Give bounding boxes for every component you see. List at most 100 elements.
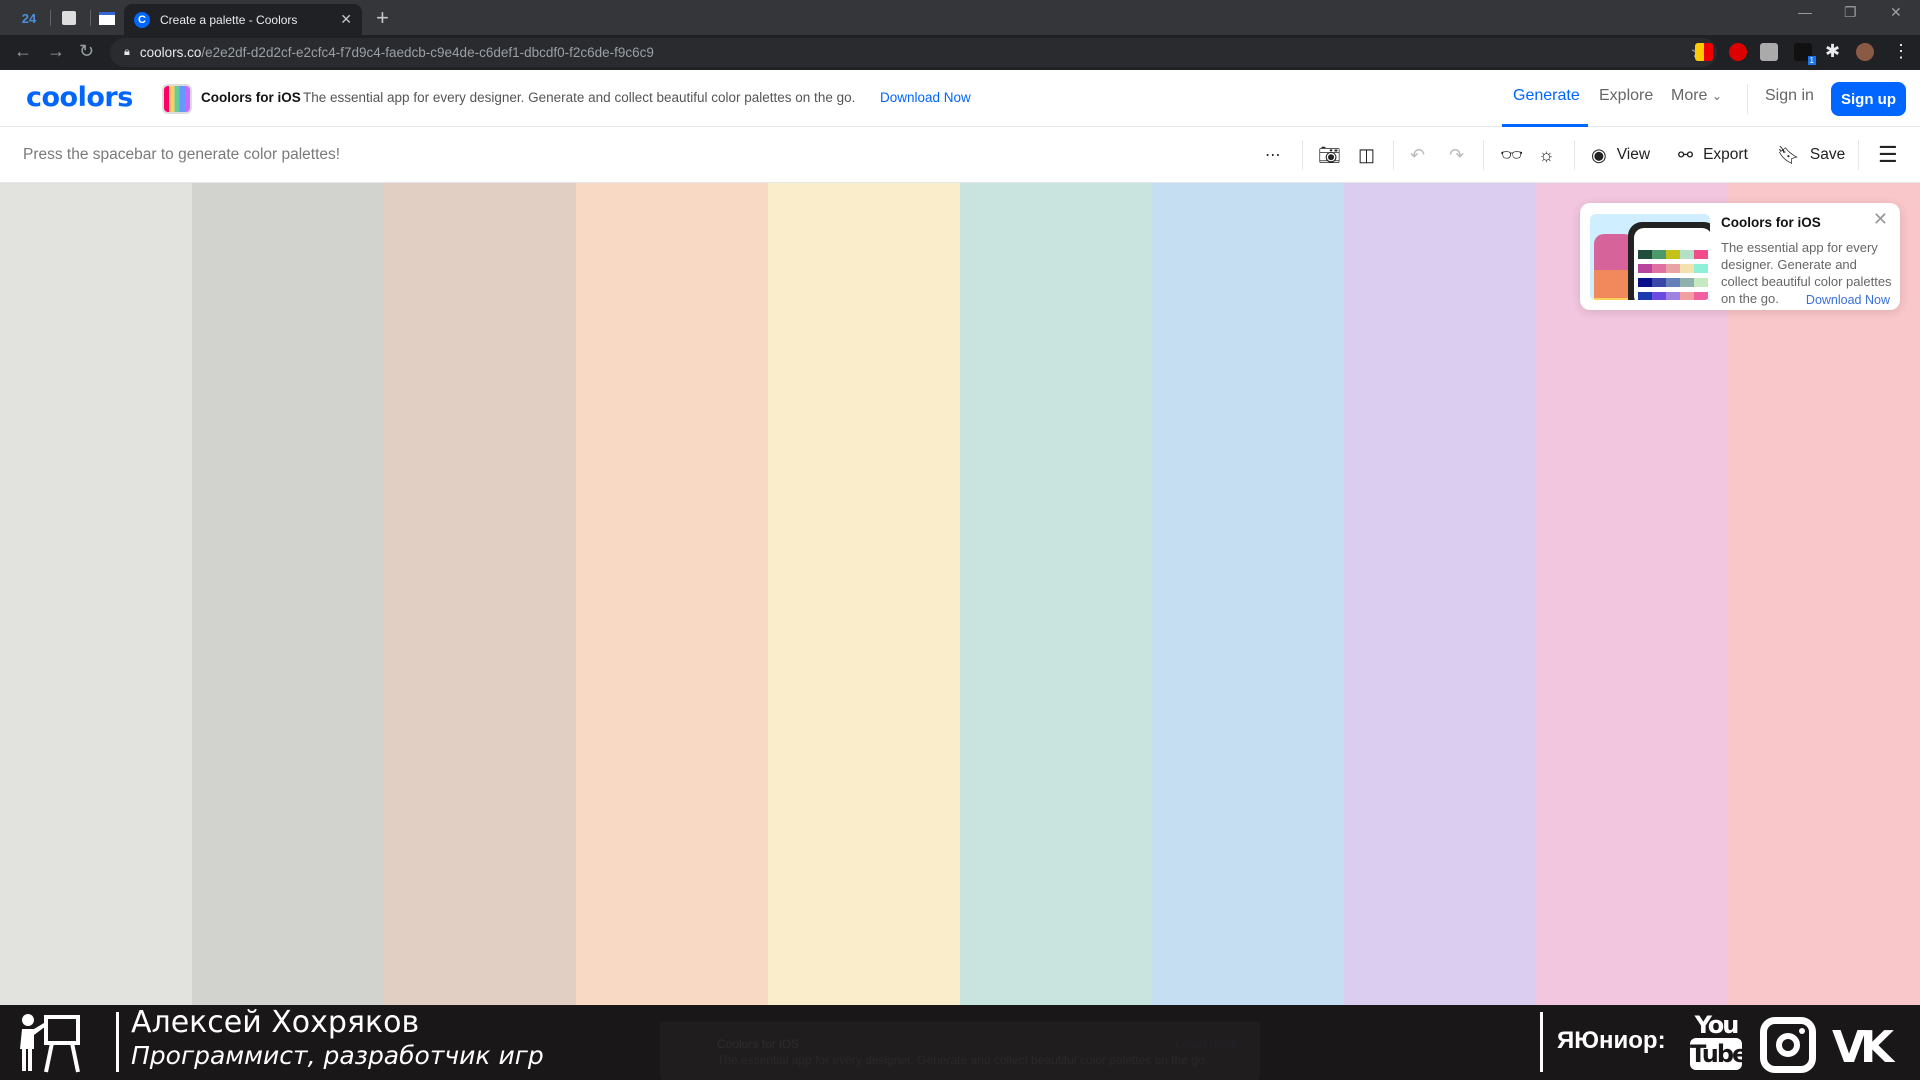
nav-divider — [1747, 84, 1748, 114]
sign-in-link[interactable]: Sign in — [1765, 87, 1814, 105]
color-swatch[interactable]: FAEDCBPapaya Whip — [768, 183, 960, 1080]
browser-tab-strip: 24 C Create a palette - Coolors ✕ + — ❐ … — [0, 0, 1920, 35]
address-bar[interactable]: 🔒︎ coolors.co/e2e2df-d2d2cf-e2cfc4-f7d9c… — [110, 38, 1717, 67]
youtube-icon: You Tube — [1690, 1011, 1748, 1074]
new-tab-button[interactable]: + — [376, 5, 389, 31]
author-role: Программист, разработчик игр — [131, 1041, 544, 1070]
extension-gray-icon[interactable] — [1760, 43, 1778, 61]
ios-app-preview-image — [1590, 214, 1710, 300]
chevron-down-icon: ⌄ — [1711, 89, 1722, 103]
instagram-icon — [1760, 1017, 1816, 1073]
promo-download-link[interactable]: Download Now — [880, 90, 971, 105]
coolors-favicon-icon: C — [134, 11, 150, 28]
profile-avatar[interactable] — [1856, 43, 1874, 61]
toolbar-divider — [1858, 140, 1859, 170]
eye-icon: ◉ — [1591, 144, 1607, 165]
url-path: /e2e2df-d2d2cf-e2cfc4-f7d9c4-faedcb-c9e4… — [201, 45, 654, 60]
bookmark-icon: 🔖︎ — [1777, 144, 1800, 165]
tab-title: Create a palette - Coolors — [160, 12, 298, 27]
color-swatch[interactable]: DBCDF0Languid Lavender — [1344, 183, 1536, 1080]
youtube-tube-text: Tube — [1690, 1038, 1748, 1070]
active-tab[interactable]: C Create a palette - Coolors ✕ — [124, 4, 362, 35]
more-options-icon[interactable]: ⋯ — [1265, 142, 1281, 168]
pinned-tab-code[interactable] — [92, 6, 122, 30]
24-icon: 24 — [21, 10, 37, 26]
extension-flag-icon[interactable] — [1695, 43, 1713, 61]
view-label: View — [1616, 146, 1651, 163]
chrome-menu-icon[interactable]: ⋮ — [1892, 41, 1910, 62]
overlay-divider — [1540, 1012, 1543, 1072]
forward-icon[interactable]: → — [47, 41, 65, 62]
undo-icon[interactable]: ↶ — [1410, 142, 1435, 168]
glasses-icon[interactable]: 👓︎ — [1500, 142, 1533, 168]
nav-explore[interactable]: Explore — [1599, 87, 1653, 105]
color-swatch[interactable]: C6DEF1Beau Blue — [1152, 183, 1344, 1080]
toolbar-divider — [1574, 140, 1575, 170]
active-nav-indicator — [1502, 124, 1588, 127]
share-icon: ⚯ — [1678, 144, 1694, 165]
hamburger-menu-icon[interactable]: ☰ — [1878, 142, 1898, 168]
color-swatch[interactable]: D2D2CFLight Gray — [192, 183, 384, 1080]
teacher-icon — [20, 1014, 80, 1073]
front-phone — [1628, 222, 1710, 300]
close-icon[interactable]: ✕ — [1873, 209, 1888, 230]
color-swatch[interactable]: C9E4DELight Cyan — [960, 183, 1152, 1080]
view-button[interactable]: ◉ View — [1591, 142, 1650, 168]
generator-toolbar: Press the spacebar to generate color pal… — [0, 128, 1920, 183]
camera-icon[interactable]: 📷︎ — [1318, 142, 1351, 168]
sidebar-panel-icon[interactable]: ◫ — [1358, 142, 1385, 168]
coolors-page: coolors Coolors for iOS The essential ap… — [0, 70, 1920, 1080]
ios-promo-card: Coolors for iOS ✕ The essential app for … — [1580, 203, 1900, 310]
color-swatch[interactable]: E2E2DFPlatinum — [0, 183, 192, 1080]
youtube-you-text: You — [1694, 1011, 1740, 1039]
faded-banner-link: Learn more — [1176, 1037, 1238, 1051]
code-window-icon — [99, 11, 115, 25]
toolbar-divider — [1302, 140, 1303, 170]
toolbar-divider — [1483, 140, 1484, 170]
color-swatch[interactable]: F9C6C9Baby Pink — [1728, 183, 1920, 1080]
back-icon[interactable]: ← — [14, 41, 32, 62]
vk-icon: VK — [1832, 1022, 1894, 1073]
restore-icon[interactable]: ❐ — [1844, 4, 1857, 21]
adblock-icon[interactable] — [1729, 43, 1747, 61]
palette: E2E2DFPlatinumD2D2CFLight GrayE2CFC4Cham… — [0, 183, 1920, 1080]
author-name: Алексей Хохряков — [131, 1005, 420, 1040]
faded-banner-title: Coolors for iOS — [717, 1037, 800, 1051]
brightness-icon[interactable]: ☼ — [1538, 142, 1565, 168]
save-button[interactable]: 🔖︎ Save — [1777, 142, 1845, 168]
minimize-icon[interactable]: — — [1798, 4, 1812, 20]
lock-icon: 🔒︎ — [124, 46, 130, 58]
nav-more[interactable]: More ⌄ — [1671, 87, 1722, 105]
spacebar-hint: Press the spacebar to generate color pal… — [23, 146, 341, 163]
nav-generate[interactable]: Generate — [1513, 87, 1580, 105]
overlay-divider — [116, 1012, 119, 1072]
faded-banner-text: The essential app for every designer. Ge… — [717, 1053, 1208, 1067]
pinned-tab-24[interactable]: 24 — [14, 6, 44, 30]
color-swatch[interactable]: F2C6DEOrchid Pink — [1536, 183, 1728, 1080]
channel-label: ЯЮниор: — [1557, 1027, 1666, 1054]
coolors-logo[interactable]: coolors — [26, 82, 133, 113]
save-label: Save — [1809, 146, 1846, 163]
faded-ios-banner — [660, 1022, 1260, 1080]
sign-up-button[interactable]: Sign up — [1831, 82, 1906, 116]
pinned-tab-trello[interactable] — [54, 6, 84, 30]
tab-close-icon[interactable]: ✕ — [340, 11, 352, 28]
extension-cube-icon[interactable]: 1 — [1794, 43, 1816, 65]
redo-icon[interactable]: ↷ — [1449, 142, 1474, 168]
top-nav: coolors Coolors for iOS The essential ap… — [0, 70, 1920, 127]
extension-badge: 1 — [1807, 56, 1816, 65]
tab-separator — [90, 10, 91, 26]
trello-icon — [62, 11, 76, 25]
close-window-icon[interactable]: ✕ — [1890, 4, 1902, 21]
nav-more-label: More — [1671, 87, 1708, 104]
extensions-puzzle-icon[interactable]: ✱ — [1825, 41, 1840, 62]
color-swatch[interactable]: F7D9C4Unbleached Silk — [576, 183, 768, 1080]
promo-text: The essential app for every designer. Ge… — [303, 90, 856, 105]
browser-toolbar: ← → ↻ 🔒︎ coolors.co/e2e2df-d2d2cf-e2cfc4… — [0, 35, 1920, 70]
ios-card-download-link[interactable]: Download Now — [1806, 293, 1890, 307]
reload-icon[interactable]: ↻ — [79, 41, 94, 62]
color-swatch[interactable]: E2CFC4Champagne Pink — [384, 183, 576, 1080]
promo-title: Coolors for iOS — [201, 90, 301, 105]
export-button[interactable]: ⚯ Export — [1678, 142, 1748, 168]
export-label: Export — [1703, 146, 1748, 163]
